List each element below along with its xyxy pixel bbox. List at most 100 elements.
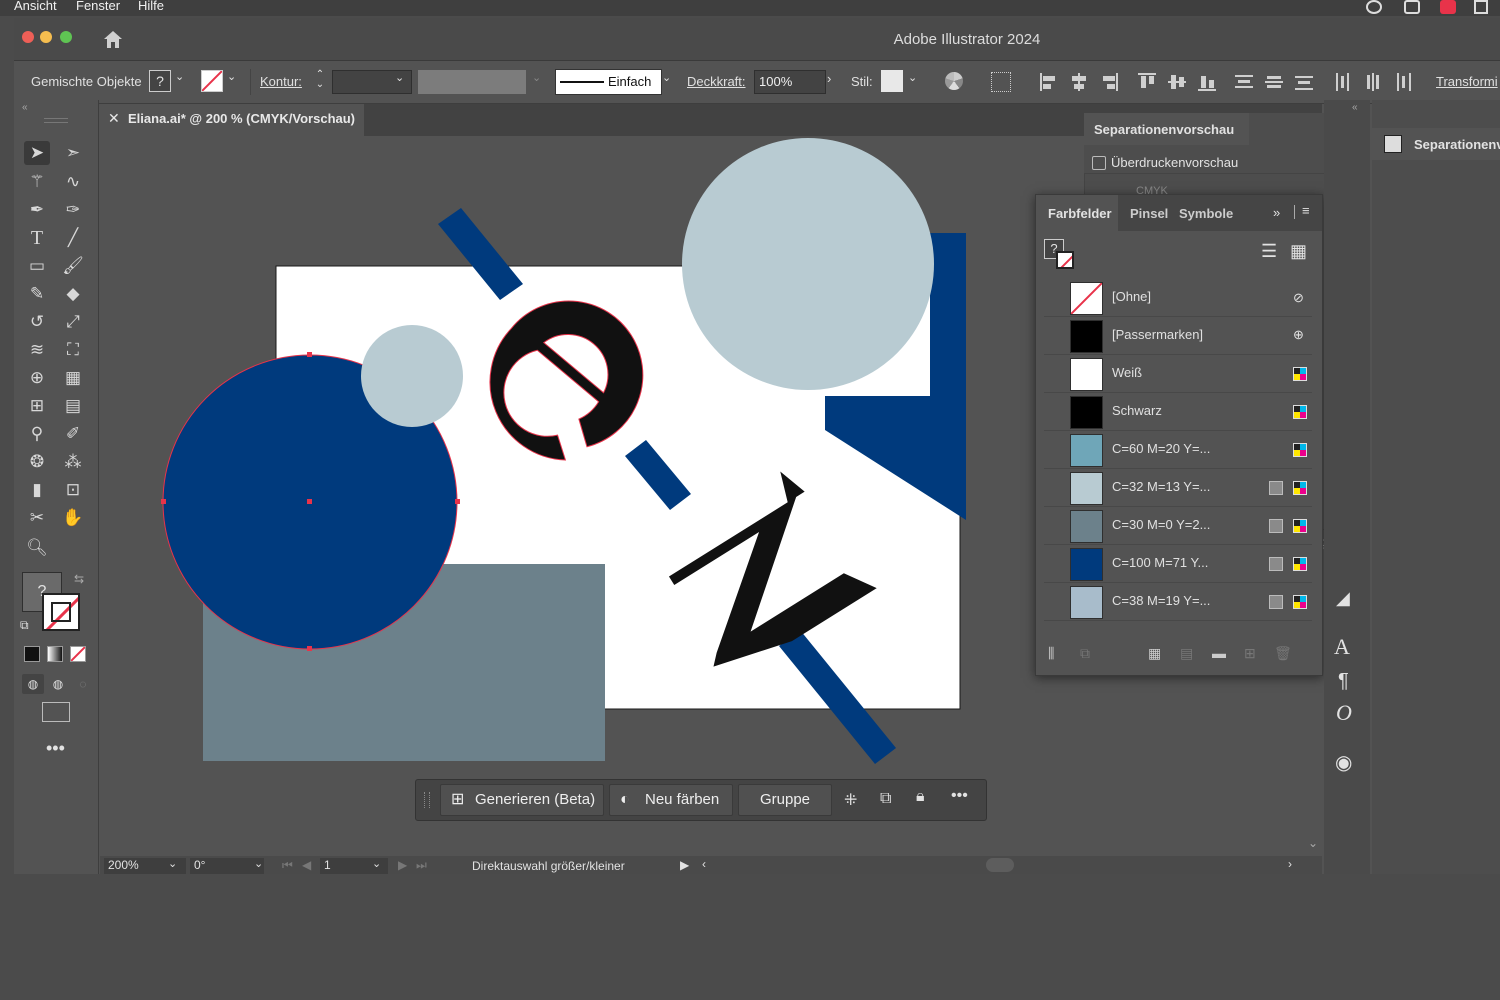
collapse-icon[interactable]: «: [1352, 102, 1358, 113]
horizontal-scrollbar-thumb[interactable]: [986, 858, 1014, 872]
separation-preview-tab[interactable]: Separationenvorschau: [1084, 113, 1249, 145]
distribute-bottom-icon[interactable]: [1295, 73, 1313, 91]
generate-beta-button[interactable]: ⊞ Generieren (Beta): [440, 784, 604, 816]
libraries-panel-icon[interactable]: ◉: [1335, 750, 1352, 775]
collapse-icon[interactable]: «: [22, 102, 28, 113]
rectangle-tool-icon[interactable]: ▭: [24, 254, 50, 278]
swatch-row[interactable]: C=32 M=13 Y=...: [1044, 469, 1312, 507]
chevron-right-icon[interactable]: ›: [827, 71, 843, 91]
swatch-row[interactable]: C=30 M=0 Y=2...: [1044, 507, 1312, 545]
scale-tool-icon[interactable]: ⤢: [60, 310, 86, 334]
align-vertical-center-icon[interactable]: [1168, 73, 1186, 91]
new-color-group-icon[interactable]: ▬: [1212, 645, 1226, 661]
stroke-indicator[interactable]: [42, 593, 80, 631]
none-mode-icon[interactable]: [70, 646, 86, 662]
first-artboard-icon[interactable]: ⏮: [282, 858, 293, 873]
close-tab-icon[interactable]: ✕: [108, 110, 120, 127]
perspective-grid-tool-icon[interactable]: ▦: [60, 366, 86, 390]
scroll-down-icon[interactable]: ⌄: [1308, 836, 1318, 850]
adobe-icon[interactable]: [1474, 0, 1488, 14]
paintbrush-tool-icon[interactable]: 🖌︎: [60, 254, 86, 278]
draw-inside-icon[interactable]: ◌: [72, 674, 94, 694]
menu-hilfe[interactable]: Hilfe: [138, 0, 164, 13]
tab-farbfelder[interactable]: Farbfelder: [1036, 195, 1118, 231]
grip-icon[interactable]: [44, 118, 68, 123]
free-transform-tool-icon[interactable]: ⛶: [60, 338, 86, 362]
panel-menu-icon[interactable]: ≡: [1302, 203, 1310, 218]
stroke-swatch[interactable]: [201, 70, 223, 92]
opentype-panel-icon[interactable]: O: [1336, 700, 1352, 726]
grid-view-icon[interactable]: ▦: [1290, 241, 1307, 262]
draw-behind-icon[interactable]: ◍: [47, 674, 69, 694]
align-to-icon[interactable]: [991, 72, 1011, 92]
mesh-tool-icon[interactable]: ⊞: [24, 394, 50, 418]
line-tool-icon[interactable]: ╱: [60, 226, 86, 250]
last-artboard-icon[interactable]: ⏭: [416, 858, 427, 873]
duplicate-icon[interactable]: ⧉: [880, 790, 891, 808]
selection-tool-icon[interactable]: ➤: [24, 141, 50, 165]
distribute-center-icon[interactable]: [1265, 73, 1283, 91]
swatch-libraries-icon[interactable]: ⫼: [1048, 645, 1054, 662]
type-tool-icon[interactable]: T: [24, 226, 50, 250]
fill-swatch[interactable]: ?: [149, 70, 171, 92]
menu-fenster[interactable]: Fenster: [76, 0, 120, 13]
warp-tool-icon[interactable]: ≋: [24, 338, 50, 362]
zoom-tool-icon[interactable]: 🔍︎: [24, 536, 50, 560]
rotation-select[interactable]: 0°: [190, 858, 264, 874]
default-fill-stroke-icon[interactable]: ⧉: [20, 618, 29, 633]
chevron-down-icon[interactable]: ⌄: [254, 857, 263, 870]
chevron-down-icon[interactable]: ⌄: [168, 857, 177, 870]
chevron-down-icon[interactable]: ⌄: [372, 857, 381, 870]
swap-fill-stroke-icon[interactable]: ⇆: [74, 572, 84, 586]
align-right-icon[interactable]: [1100, 73, 1118, 91]
chevron-down-icon[interactable]: ⌄: [227, 70, 236, 83]
lasso-tool-icon[interactable]: ∿: [60, 170, 86, 194]
more-tools-icon[interactable]: •••: [46, 738, 65, 759]
variable-width-profile[interactable]: [418, 70, 526, 94]
lock-icon[interactable]: 🔒︎: [916, 788, 925, 806]
delete-swatch-icon[interactable]: 🗑︎: [1274, 645, 1292, 662]
eyedropper-tool-icon[interactable]: ✐: [60, 422, 86, 446]
gradient-mode-icon[interactable]: [47, 646, 63, 662]
transform-label[interactable]: Transformi: [1436, 61, 1500, 103]
previous-artboard-icon[interactable]: ◀: [302, 858, 311, 872]
chevron-down-icon[interactable]: ⌄: [908, 71, 917, 84]
chevron-down-icon[interactable]: ⌄: [662, 71, 671, 84]
distribute-left-icon[interactable]: [1334, 73, 1352, 91]
align-horizontal-center-icon[interactable]: [1070, 73, 1088, 91]
column-graph-tool-icon[interactable]: ▮: [24, 478, 50, 502]
shaper-tool-icon[interactable]: ✎: [24, 282, 50, 306]
eyedropper-blend-icon[interactable]: ⚲: [24, 422, 50, 446]
tab-symbole[interactable]: Symbole: [1179, 206, 1233, 221]
symbol-tool-icon[interactable]: ⁂: [60, 450, 86, 474]
paragraph-panel-icon[interactable]: ¶: [1338, 670, 1349, 693]
stepper-icon[interactable]: ⌃ ⌄: [314, 70, 326, 92]
tab-pinsel[interactable]: Pinsel: [1130, 206, 1168, 221]
show-swatch-kinds-icon[interactable]: ▦: [1148, 645, 1161, 662]
distribute-horizontal-center-icon[interactable]: [1364, 73, 1382, 91]
grip-icon[interactable]: [424, 792, 430, 808]
gradient-tool-icon[interactable]: ▤: [60, 394, 86, 418]
shape-builder-tool-icon[interactable]: ⊕: [24, 366, 50, 390]
artboard-tool-icon[interactable]: ⊡: [60, 478, 86, 502]
recolor-artwork-icon[interactable]: [945, 72, 963, 90]
eraser-tool-icon[interactable]: ◆: [60, 282, 86, 306]
swatch-row[interactable]: C=100 M=71 Y...: [1044, 545, 1312, 583]
transparency-panel-icon[interactable]: ◢: [1336, 588, 1350, 609]
align-left-icon[interactable]: [1040, 73, 1058, 91]
direct-selection-tool-icon[interactable]: ➣: [60, 141, 86, 165]
stroke-style-select[interactable]: Einfach: [555, 69, 662, 95]
swatch-row[interactable]: [Ohne] ⊘: [1044, 279, 1312, 317]
overprint-preview-checkbox[interactable]: [1092, 156, 1106, 170]
expand-icon[interactable]: »: [1273, 205, 1280, 220]
next-artboard-icon[interactable]: ▶: [398, 858, 407, 872]
scroll-right-icon[interactable]: ›: [1288, 857, 1292, 871]
swatch-row[interactable]: Weiß: [1044, 355, 1312, 393]
recolor-button[interactable]: ◐ Neu färben: [609, 784, 733, 816]
swatch-options-icon[interactable]: ▤: [1180, 645, 1193, 662]
creative-cloud-icon[interactable]: [1366, 0, 1382, 14]
separation-preview-icon[interactable]: [1384, 135, 1402, 153]
stroke-label[interactable]: Kontur:: [260, 61, 302, 103]
menu-ansicht[interactable]: Ansicht: [14, 0, 57, 13]
new-swatch-icon[interactable]: ⊞: [1244, 645, 1256, 662]
